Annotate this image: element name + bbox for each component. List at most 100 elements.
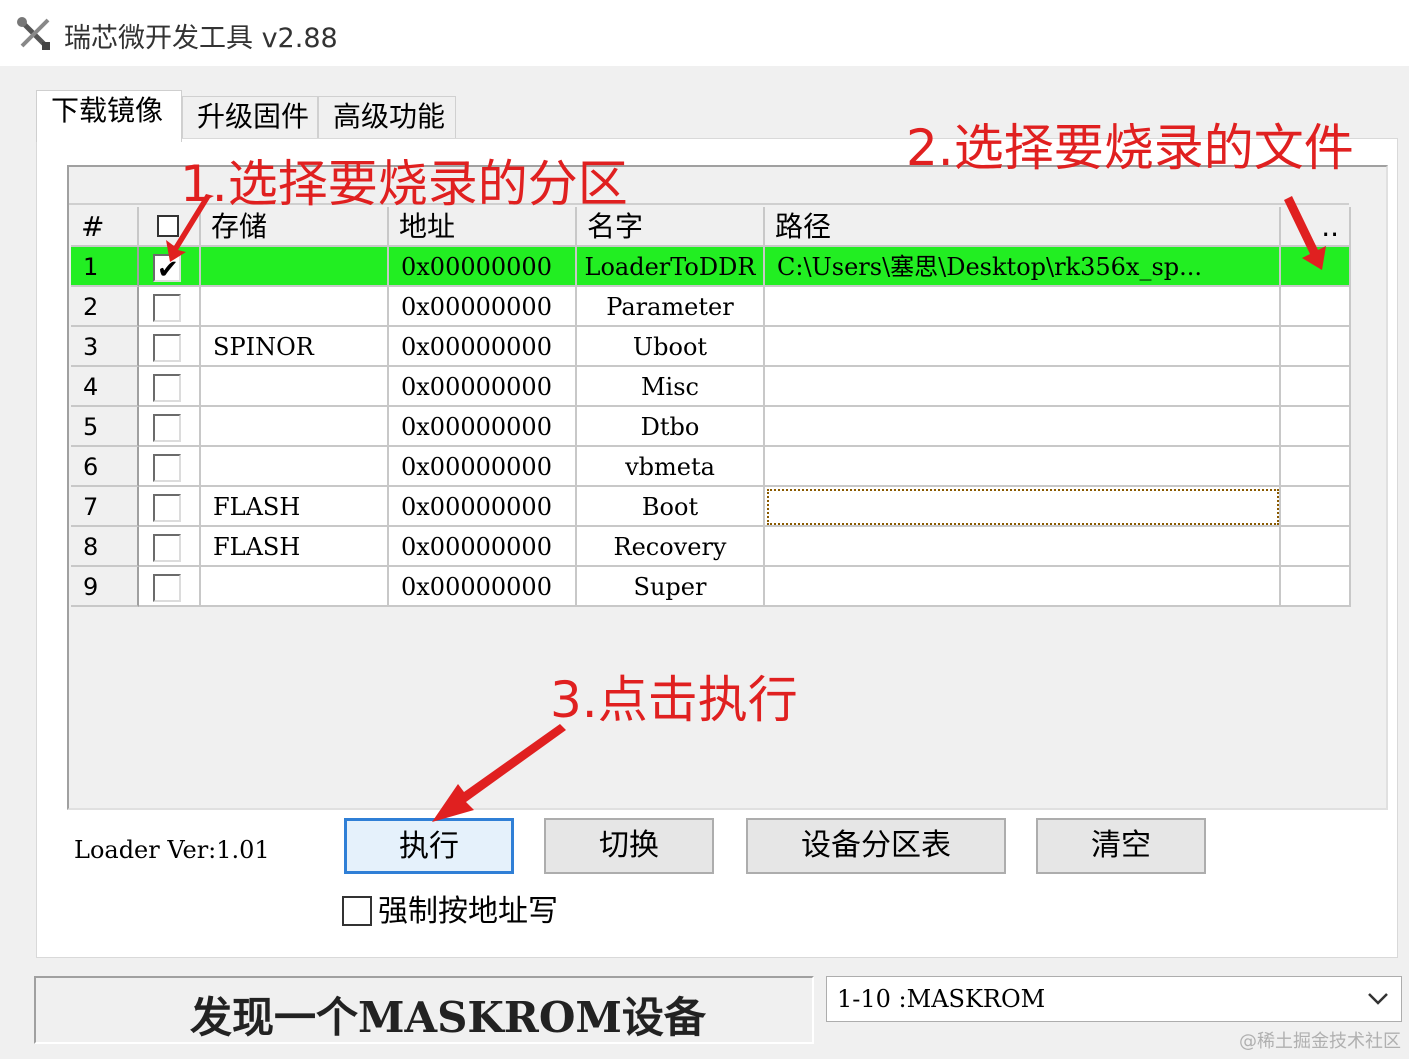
cell-storage[interactable] — [201, 367, 389, 407]
cell-address[interactable]: 0x00000000 — [389, 447, 577, 487]
cell-address[interactable]: 0x00000000 — [389, 367, 577, 407]
cell-name[interactable]: vbmeta — [577, 447, 765, 487]
table-row[interactable]: 8 FLASH 0x00000000 Recovery — [71, 527, 1351, 567]
row-checkbox[interactable] — [153, 250, 181, 285]
tools-icon — [17, 17, 50, 50]
cell-path[interactable] — [765, 567, 1281, 607]
table-row[interactable]: 9 0x00000000 Super — [71, 567, 1351, 607]
header-browse[interactable]: .. — [1281, 207, 1351, 247]
browse-cell[interactable] — [1281, 327, 1351, 367]
row-checkbox[interactable] — [153, 534, 181, 562]
clear-button[interactable]: 清空 — [1036, 818, 1206, 874]
cell-path[interactable] — [765, 287, 1281, 327]
tab-upgrade-firmware[interactable]: 升级固件 — [182, 96, 318, 140]
row-checkbox[interactable] — [153, 454, 181, 482]
cell-path[interactable] — [765, 327, 1281, 367]
table-row[interactable]: 1 0x00000000LoaderToDDRC:\Users\塞思\Deskto… — [71, 247, 1351, 287]
row-checkbox[interactable] — [153, 294, 181, 322]
force-write-box[interactable] — [342, 896, 372, 926]
browse-cell[interactable] — [1281, 527, 1351, 567]
table-row[interactable]: 7 FLASH 0x00000000 Boot — [71, 487, 1351, 527]
row-checkbox-cell[interactable] — [139, 487, 201, 527]
annotation-step3: 3.点击执行 — [550, 671, 798, 729]
loader-version: Loader Ver:1.01 — [74, 836, 270, 864]
cell-address[interactable]: 0x00000000 — [389, 327, 577, 367]
cell-num: 1 — [71, 247, 139, 287]
row-checkbox-cell[interactable] — [139, 287, 201, 327]
cell-path[interactable] — [765, 447, 1281, 487]
annotation-step1: 1.选择要烧录的分区 — [180, 155, 628, 213]
browse-cell[interactable] — [1281, 247, 1351, 287]
cell-storage[interactable]: FLASH — [201, 527, 389, 567]
cell-address[interactable]: 0x00000000 — [389, 247, 577, 287]
cell-name[interactable]: Recovery — [577, 527, 765, 567]
table-row[interactable]: 4 0x00000000 Misc — [71, 367, 1351, 407]
row-checkbox-cell[interactable] — [139, 527, 201, 567]
browse-cell[interactable] — [1281, 287, 1351, 327]
cell-storage[interactable]: SPINOR — [201, 327, 389, 367]
row-checkbox-cell[interactable] — [139, 567, 201, 607]
table-row[interactable]: 3 SPINOR 0x00000000 Uboot — [71, 327, 1351, 367]
cell-address[interactable]: 0x00000000 — [389, 527, 577, 567]
browse-cell[interactable] — [1281, 367, 1351, 407]
cell-name[interactable]: Parameter — [577, 287, 765, 327]
row-checkbox[interactable] — [153, 574, 181, 602]
cell-num: 3 — [71, 327, 139, 367]
tab-download-image[interactable]: 下载镜像 — [36, 90, 182, 142]
row-checkbox[interactable] — [153, 374, 181, 402]
row-checkbox[interactable] — [153, 494, 181, 522]
cell-name[interactable]: LoaderToDDR — [577, 247, 765, 287]
cell-name[interactable]: Boot — [577, 487, 765, 527]
partition-table-button[interactable]: 设备分区表 — [746, 818, 1006, 874]
cell-address[interactable]: 0x00000000 — [389, 287, 577, 327]
browse-cell[interactable] — [1281, 407, 1351, 447]
switch-button[interactable]: 切换 — [544, 818, 714, 874]
browse-cell[interactable] — [1281, 447, 1351, 487]
cell-num: 5 — [71, 407, 139, 447]
cell-address[interactable]: 0x00000000 — [389, 487, 577, 527]
cell-name[interactable]: Dtbo — [577, 407, 765, 447]
select-all-checkbox[interactable] — [157, 215, 179, 237]
cell-path[interactable] — [765, 527, 1281, 567]
row-checkbox-cell[interactable] — [139, 327, 201, 367]
force-write-label: 强制按地址写 — [378, 894, 558, 929]
row-checkbox-cell[interactable] — [139, 367, 201, 407]
tab-advanced[interactable]: 高级功能 — [318, 96, 456, 140]
cell-name[interactable]: Misc — [577, 367, 765, 407]
chevron-down-icon[interactable] — [1365, 985, 1391, 1011]
cell-num: 4 — [71, 367, 139, 407]
device-select-value: 1-10 :MASKROM — [837, 985, 1046, 1013]
cell-storage[interactable] — [201, 567, 389, 607]
browse-cell[interactable] — [1281, 487, 1351, 527]
cell-path[interactable] — [765, 367, 1281, 407]
row-checkbox-cell[interactable] — [139, 247, 201, 287]
cell-storage[interactable] — [201, 407, 389, 447]
table-row[interactable]: 2 0x00000000 Parameter — [71, 287, 1351, 327]
cell-path[interactable]: C:\Users\塞思\Desktop\rk356x_sp... — [765, 247, 1281, 287]
row-checkbox[interactable] — [153, 414, 181, 442]
cell-storage[interactable] — [201, 447, 389, 487]
cell-storage[interactable] — [201, 247, 389, 287]
title-bar: 瑞芯微开发工具 v2.88 — [0, 0, 1409, 66]
device-select[interactable]: 1-10 :MASKROM — [826, 976, 1402, 1022]
table-row[interactable]: 6 0x00000000 vbmeta — [71, 447, 1351, 487]
cell-name[interactable]: Super — [577, 567, 765, 607]
execute-button[interactable]: 执行 — [344, 818, 514, 874]
table-row[interactable]: 5 0x00000000 Dtbo — [71, 407, 1351, 447]
browse-cell[interactable] — [1281, 567, 1351, 607]
annotation-step2: 2.选择要烧录的文件 — [906, 119, 1354, 177]
header-path[interactable]: 路径 — [765, 207, 1281, 247]
row-checkbox-cell[interactable] — [139, 407, 201, 447]
header-number[interactable]: # — [71, 207, 139, 247]
cell-address[interactable]: 0x00000000 — [389, 407, 577, 447]
cell-path[interactable] — [765, 407, 1281, 447]
cell-name[interactable]: Uboot — [577, 327, 765, 367]
cell-path[interactable] — [765, 487, 1281, 527]
row-checkbox[interactable] — [153, 334, 181, 362]
cell-storage[interactable] — [201, 287, 389, 327]
cell-num: 6 — [71, 447, 139, 487]
cell-num: 2 — [71, 287, 139, 327]
cell-address[interactable]: 0x00000000 — [389, 567, 577, 607]
cell-storage[interactable]: FLASH — [201, 487, 389, 527]
row-checkbox-cell[interactable] — [139, 447, 201, 487]
